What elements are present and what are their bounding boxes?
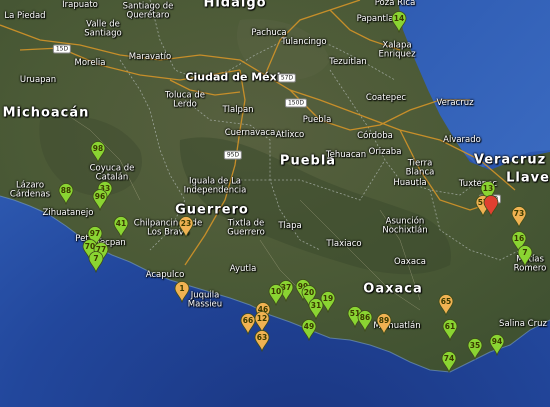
marker-label: 63 bbox=[256, 333, 268, 342]
marker-label: 65 bbox=[440, 297, 452, 306]
place-label: Coyuca de Catalán bbox=[89, 163, 135, 182]
place-label: Veracruz bbox=[436, 97, 474, 108]
marker-label: 7 bbox=[522, 248, 528, 257]
map-marker[interactable]: 63 bbox=[254, 330, 270, 352]
map-marker[interactable]: 89 bbox=[376, 313, 392, 335]
region-label: Veracruz bbox=[473, 152, 547, 168]
place-label: Valle de Santiago bbox=[84, 19, 122, 38]
map-view[interactable]: La Piedad Irapuato Santiago de Querétaro Hi… bbox=[0, 0, 550, 407]
place-label: Tlalpan bbox=[222, 104, 254, 115]
marker-label: 10 bbox=[270, 287, 282, 296]
marker-label: 12 bbox=[256, 314, 268, 323]
place-label: Tezuitlan bbox=[329, 56, 367, 67]
place-label: Asunción Nochixtlán bbox=[382, 216, 428, 235]
map-marker[interactable]: 7 bbox=[88, 251, 104, 273]
marker-label: 16 bbox=[513, 234, 525, 243]
place-label: Xalapa Enriquez bbox=[378, 40, 416, 59]
place-label: Poza Rica bbox=[374, 0, 416, 8]
place-label: Atlixco bbox=[275, 129, 305, 140]
map-marker[interactable]: 65 bbox=[438, 294, 454, 316]
place-label: Maravatío bbox=[128, 51, 172, 62]
place-label: Uruapan bbox=[19, 74, 57, 85]
place-label: Tulancingo bbox=[281, 36, 327, 47]
place-label: Huautla bbox=[393, 177, 427, 188]
region-label: Hidalgo bbox=[203, 0, 267, 11]
highway-shield: 57D bbox=[277, 73, 297, 83]
place-label: Coatepec bbox=[365, 92, 407, 103]
map-marker[interactable]: 88 bbox=[58, 183, 74, 205]
place-label: Toluca de Lerdo bbox=[165, 90, 205, 109]
place-label: Zihuatanejo bbox=[42, 207, 94, 218]
place-label: Tlapa bbox=[278, 220, 302, 231]
map-marker[interactable]: 7 bbox=[517, 245, 533, 267]
map-marker[interactable] bbox=[483, 195, 499, 217]
marker-label: 20 bbox=[303, 288, 315, 297]
map-marker[interactable]: 14 bbox=[391, 11, 407, 33]
marker-label: 41 bbox=[115, 219, 127, 228]
region-label: Oaxaca bbox=[363, 281, 423, 297]
map-marker[interactable]: 94 bbox=[489, 334, 505, 356]
marker-label: 74 bbox=[443, 354, 455, 363]
marker-label: 23 bbox=[180, 219, 192, 228]
marker-label: 73 bbox=[513, 209, 525, 218]
map-marker[interactable]: 23 bbox=[178, 216, 194, 238]
map-marker[interactable]: 86 bbox=[357, 310, 373, 332]
marker-label: 49 bbox=[303, 322, 315, 331]
marker-label: 88 bbox=[60, 186, 72, 195]
map-marker[interactable]: 1 bbox=[174, 281, 190, 303]
map-marker[interactable]: 41 bbox=[113, 216, 129, 238]
marker-label: 61 bbox=[444, 322, 456, 331]
marker-label: 96 bbox=[94, 192, 106, 201]
place-label: Santiago de Querétaro bbox=[122, 1, 174, 20]
place-label: Alvarado bbox=[443, 134, 481, 145]
map-marker[interactable]: 74 bbox=[441, 351, 457, 373]
place-label: Puebla bbox=[302, 114, 332, 125]
place-label: Tierra Blanca bbox=[405, 158, 435, 177]
place-label: Salina Cruz bbox=[499, 318, 547, 329]
highway-shield: 150D bbox=[284, 98, 308, 108]
highway-shield: 95D bbox=[223, 150, 243, 160]
map-marker[interactable]: 61 bbox=[442, 319, 458, 341]
place-label: Papantla bbox=[356, 13, 394, 24]
marker-label: 14 bbox=[393, 14, 405, 23]
region-label: Michoacán bbox=[2, 105, 90, 121]
place-label: Córdoba bbox=[357, 130, 393, 141]
marker-label: 13 bbox=[482, 184, 494, 193]
place-label: Acapulco bbox=[145, 269, 185, 280]
place-label: Iguala de La Independencia bbox=[183, 176, 247, 195]
place-label: Ayutla bbox=[229, 263, 257, 274]
place-label: Tehuacan bbox=[325, 149, 367, 160]
marker-label: 97 bbox=[89, 229, 101, 238]
marker-label: 98 bbox=[92, 144, 104, 153]
marker-label: 19 bbox=[322, 294, 334, 303]
place-label: Chilpancingo de Los Bravo bbox=[133, 218, 203, 237]
marker-label: 35 bbox=[469, 341, 481, 350]
place-label: Lázaro Cárdenas bbox=[9, 180, 51, 199]
place-label: La Piedad bbox=[4, 10, 46, 21]
map-marker[interactable]: 96 bbox=[92, 189, 108, 211]
highway-shield: 15D bbox=[52, 44, 72, 54]
marker-label: 94 bbox=[491, 337, 503, 346]
place-label: Tlaxiaco bbox=[326, 238, 362, 249]
marker-label: 86 bbox=[359, 313, 371, 322]
place-label: Oaxaca bbox=[393, 256, 427, 267]
place-label: Orizaba bbox=[368, 146, 402, 157]
marker-label: 66 bbox=[242, 316, 254, 325]
map-marker[interactable]: 73 bbox=[511, 206, 527, 228]
map-marker[interactable]: 49 bbox=[301, 319, 317, 341]
marker-label: 1 bbox=[179, 284, 185, 293]
region-label: Guerrero bbox=[175, 202, 249, 218]
marker-pin-icon bbox=[483, 195, 499, 217]
place-label: Morelia bbox=[74, 57, 106, 68]
map-marker[interactable]: 98 bbox=[90, 141, 106, 163]
map-marker[interactable]: 19 bbox=[320, 291, 336, 313]
region-label: Llave bbox=[506, 170, 550, 186]
place-label: Irapuato bbox=[62, 0, 98, 10]
place-label: Tixtla de Guerrero bbox=[227, 218, 265, 237]
marker-label: 89 bbox=[378, 316, 390, 325]
map-marker[interactable]: 35 bbox=[467, 338, 483, 360]
place-label: Cuernavaca bbox=[224, 127, 276, 138]
marker-label: 7 bbox=[93, 254, 99, 263]
